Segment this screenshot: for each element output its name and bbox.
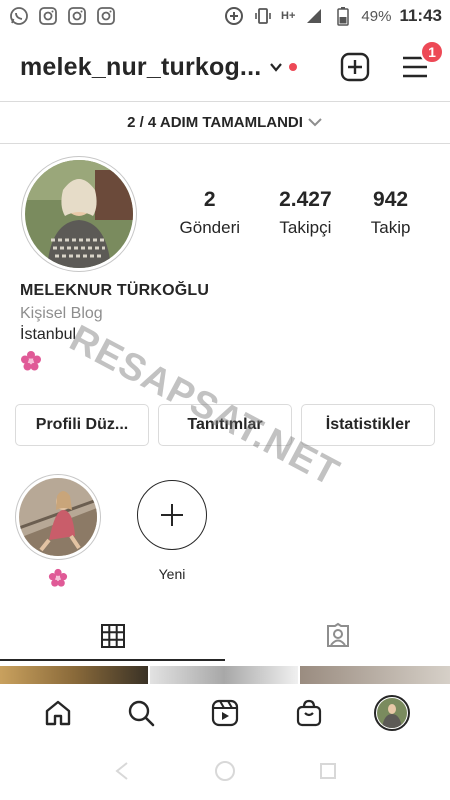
vibrate-icon	[252, 6, 273, 27]
search-icon[interactable]	[123, 695, 159, 731]
steps-label: 2 / 4 ADIM TAMAMLANDI	[127, 113, 303, 131]
profile-actions: Profili Düz... Tanıtımlar İstatistikler	[15, 404, 435, 446]
insights-button[interactable]: İstatistikler	[301, 404, 435, 446]
new-highlight-label: Yeni	[158, 566, 186, 582]
clock: 11:43	[399, 6, 442, 25]
profile-stats: 2 Gönderi 2.427 Takipçi 942 Takip	[160, 188, 430, 238]
avatar-photo	[25, 160, 133, 268]
highlight-photo	[19, 478, 97, 556]
bottom-navigation	[0, 684, 450, 742]
display-name: MELEKNUR TÜRKOĞLU	[20, 282, 210, 299]
banner-divider	[0, 143, 450, 144]
reels-icon[interactable]	[207, 695, 243, 731]
notification-badge: 1	[420, 40, 444, 64]
posts-stat[interactable]: 2 Gönderi	[180, 188, 240, 238]
back-icon[interactable]	[104, 753, 140, 789]
home-icon[interactable]	[40, 695, 76, 731]
signal-icon	[303, 6, 324, 27]
instagram-icon	[37, 6, 58, 27]
profile-avatar[interactable]	[21, 156, 137, 272]
tab-grid[interactable]	[0, 612, 225, 660]
instagram-icon	[66, 6, 87, 27]
tagged-user-icon	[326, 622, 349, 647]
whatsapp-icon	[8, 6, 29, 27]
active-tab-indicator	[0, 659, 225, 661]
plus-square-icon	[340, 52, 370, 82]
chevron-down-icon	[307, 116, 323, 128]
profile-bio: MELEKNUR TÜRKOĞLU Kişisel Blog İstanbul	[20, 282, 420, 377]
account-switcher[interactable]: melek_nur_turkog...	[20, 53, 261, 82]
posts-label: Gönderi	[179, 218, 241, 237]
posts-count: 2	[203, 188, 216, 211]
instagram-icon	[95, 6, 116, 27]
profile-header: melek_nur_turkog... 1	[0, 40, 450, 92]
shop-icon[interactable]	[291, 695, 327, 731]
new-post-button[interactable]	[340, 52, 370, 82]
edit-profile-button[interactable]: Profili Düz...	[15, 404, 149, 446]
battery-icon	[332, 6, 353, 27]
flower-icon	[20, 350, 42, 372]
home-button-icon[interactable]	[207, 753, 243, 789]
profile-tabs	[0, 612, 450, 660]
followers-stat[interactable]: 2.427 Takipçi	[279, 188, 332, 238]
grid-icon	[100, 624, 125, 648]
system-navigation	[0, 742, 450, 800]
profile-tab-avatar[interactable]	[374, 695, 411, 731]
status-bar: H+ 49% 11:43	[0, 0, 450, 32]
highlight-flower-icon	[48, 568, 68, 588]
header-divider	[0, 101, 450, 102]
new-highlight-button[interactable]: Yeni	[128, 474, 216, 588]
followers-label: Takipçi	[279, 218, 332, 237]
chevron-down-icon[interactable]	[269, 60, 283, 74]
network-type: H+	[281, 10, 296, 22]
followers-count: 2.427	[279, 188, 332, 211]
unread-dot	[289, 63, 298, 71]
plus-icon	[161, 504, 183, 526]
data-saver-icon	[223, 6, 244, 27]
highlight-item[interactable]	[14, 474, 102, 588]
following-count: 942	[373, 188, 409, 211]
following-label: Takip	[370, 218, 411, 237]
tab-tagged[interactable]	[225, 612, 450, 660]
city-label: İstanbul	[20, 326, 77, 343]
following-stat[interactable]: 942 Takip	[371, 188, 411, 238]
menu-button[interactable]: 1	[400, 40, 444, 82]
story-highlights: Yeni	[14, 474, 434, 588]
promotions-button[interactable]: Tanıtımlar	[158, 404, 292, 446]
category-label: Kişisel Blog	[20, 305, 103, 322]
recents-icon[interactable]	[310, 753, 346, 789]
steps-banner[interactable]: 2 / 4 ADIM TAMAMLANDI	[0, 103, 450, 141]
battery-percent: 49%	[361, 7, 392, 25]
